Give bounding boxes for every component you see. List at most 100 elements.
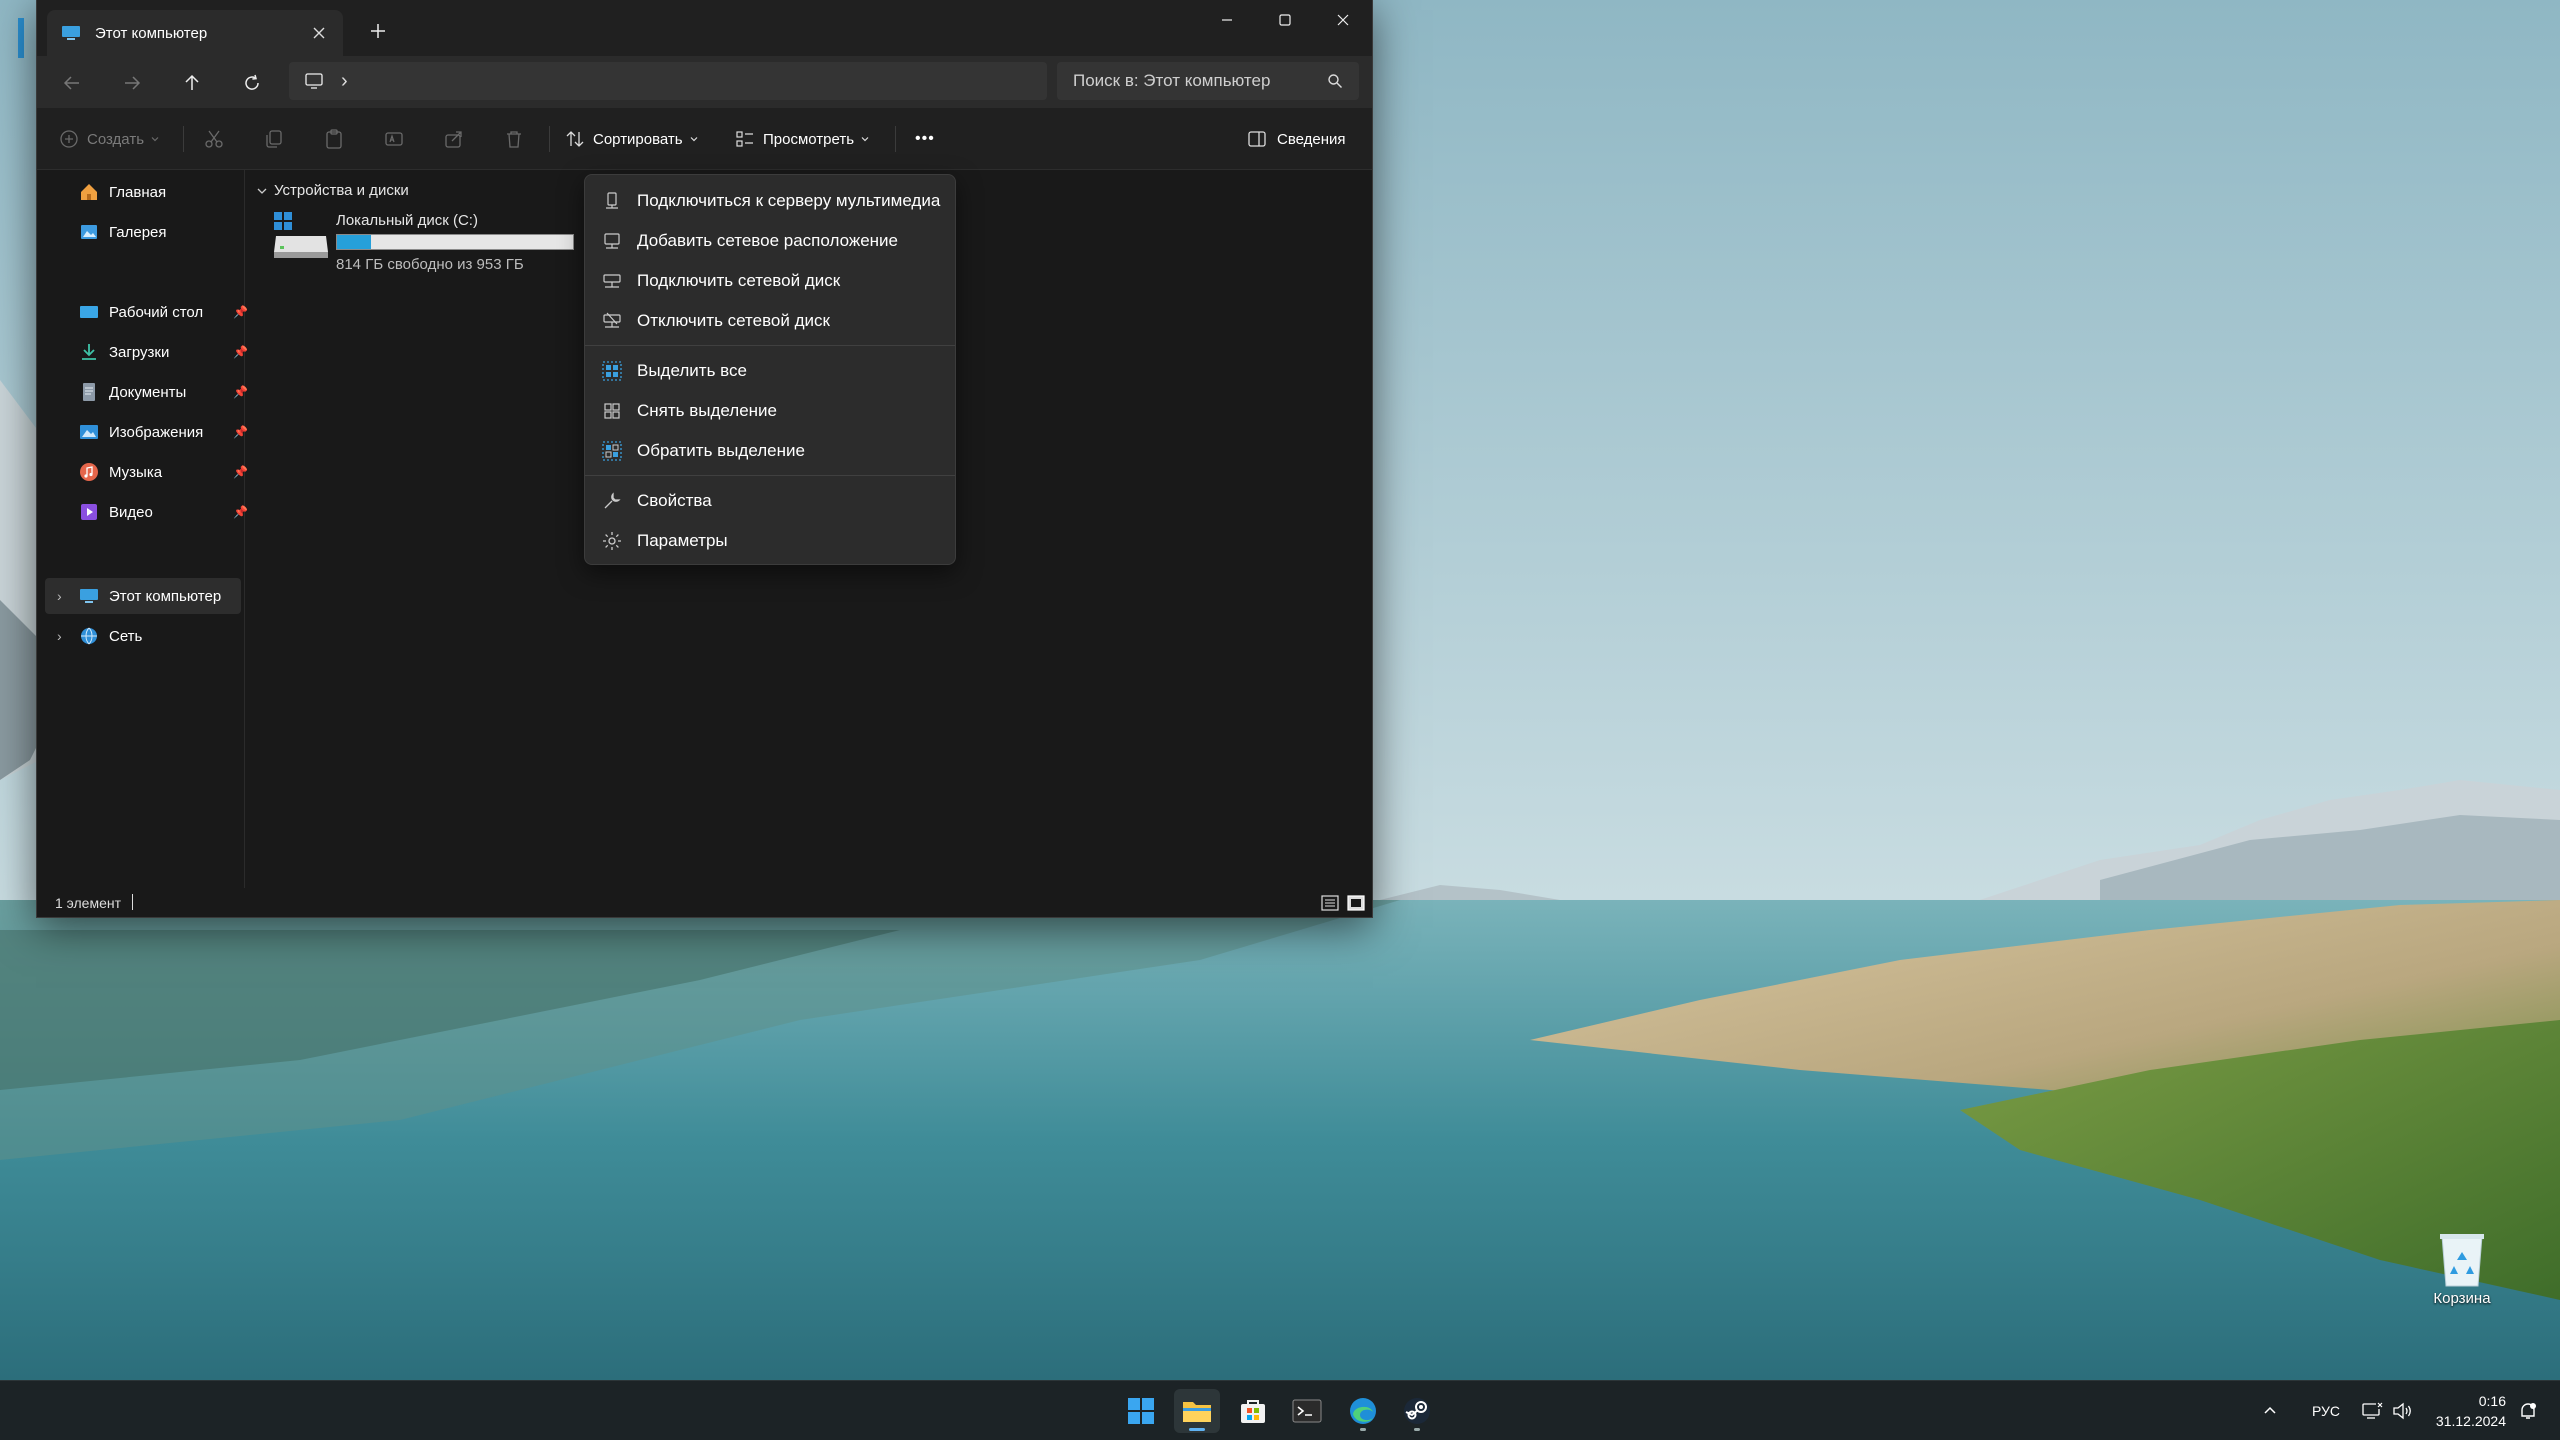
sidebar-item-desktop[interactable]: Рабочий стол 📌 (45, 294, 248, 330)
taskbar-store[interactable] (1230, 1389, 1276, 1433)
steam-icon (1404, 1398, 1430, 1424)
view-button[interactable]: Просмотреть (735, 126, 870, 152)
details-pane-button[interactable]: Сведения (1247, 126, 1346, 152)
menu-item-disconnect-network-drive[interactable]: Отключить сетевой диск (589, 303, 951, 339)
chevron-down-icon (257, 188, 267, 194)
volume-button[interactable] (2392, 1381, 2414, 1440)
sidebar-item-this-pc[interactable]: › Этот компьютер (45, 578, 241, 614)
copy-icon[interactable] (263, 128, 285, 150)
drive-free-space: 814 ГБ свободно из 953 ГБ (336, 256, 524, 273)
search-box[interactable]: Поиск в: Этот компьютер (1057, 62, 1359, 100)
network-status-button[interactable] (2362, 1381, 2384, 1440)
arrow-up-icon (185, 74, 199, 90)
title-bar[interactable]: Этот компьютер (37, 0, 1372, 56)
details-view-toggle[interactable] (1319, 893, 1341, 913)
minimize-icon (1222, 19, 1232, 21)
menu-item-add-network-location[interactable]: Добавить сетевое расположение (589, 223, 951, 259)
status-divider (132, 894, 133, 910)
chevron-right-icon[interactable]: › (57, 628, 62, 644)
documents-icon (83, 383, 95, 401)
details-pane-icon (1248, 131, 1266, 147)
menu-item-properties[interactable]: Свойства (589, 483, 951, 519)
new-tab-button[interactable] (365, 18, 391, 44)
notifications-button[interactable] (2518, 1381, 2538, 1440)
running-indicator (1414, 1428, 1420, 1431)
media-server-icon (601, 190, 623, 212)
taskbar-terminal[interactable] (1284, 1389, 1330, 1433)
sidebar-item-pictures[interactable]: Изображения 📌 (45, 414, 248, 450)
sidebar-item-documents[interactable]: Документы 📌 (45, 374, 248, 410)
sort-button[interactable]: Сортировать (565, 126, 699, 152)
gallery-icon (81, 225, 97, 239)
sidebar-item-home[interactable]: Главная (45, 174, 241, 210)
rename-icon[interactable] (383, 128, 405, 150)
home-icon (81, 184, 97, 200)
menu-item-label: Подключить сетевой диск (637, 271, 841, 290)
share-icon[interactable] (443, 128, 465, 150)
recycle-bin-desktop-icon[interactable]: Корзина (2420, 1228, 2504, 1318)
menu-separator (585, 345, 955, 346)
cut-icon[interactable] (203, 128, 225, 150)
close-button[interactable] (1314, 0, 1372, 40)
music-icon (80, 463, 98, 481)
chevron-down-icon (690, 137, 698, 142)
tab-this-pc[interactable]: Этот компьютер (47, 10, 343, 56)
refresh-button[interactable] (237, 68, 267, 98)
start-button[interactable] (1118, 1389, 1164, 1433)
more-options-button[interactable]: ••• (915, 126, 935, 152)
breadcrumb-separator[interactable]: › (341, 70, 348, 93)
more-icon: ••• (915, 130, 935, 147)
menu-item-label: Обратить выделение (637, 441, 805, 460)
tab-close-icon[interactable] (309, 23, 329, 43)
start-icon (1128, 1398, 1154, 1424)
menu-item-select-all[interactable]: Выделить все (589, 353, 951, 389)
language-indicator[interactable]: РУС (2312, 1381, 2340, 1440)
create-button[interactable]: Создать (59, 126, 160, 152)
menu-item-map-network-drive[interactable]: Подключить сетевой диск (589, 263, 951, 299)
sidebar-item-network[interactable]: › Сеть (45, 618, 241, 654)
sidebar-item-downloads[interactable]: Загрузки 📌 (45, 334, 248, 370)
menu-item-connect-media-server[interactable]: Подключиться к серверу мультимедиа (589, 183, 951, 219)
menu-item-invert-selection[interactable]: Обратить выделение (589, 433, 951, 469)
create-label: Создать (87, 130, 145, 148)
item-count: 1 элемент (55, 895, 122, 911)
forward-button[interactable] (117, 68, 147, 98)
recycle-bin-label: Корзина (2433, 1290, 2491, 1307)
desktop-icon-partial[interactable] (0, 14, 26, 104)
select-none-icon (601, 400, 623, 422)
taskbar-file-explorer[interactable] (1174, 1389, 1220, 1433)
menu-item-options[interactable]: Параметры (589, 523, 951, 559)
sidebar-item-label: Видео (109, 503, 153, 521)
details-view-icon (1321, 895, 1339, 911)
sidebar-item-gallery[interactable]: Галерея (45, 214, 241, 250)
sidebar-item-videos[interactable]: Видео 📌 (45, 494, 248, 530)
menu-item-select-none[interactable]: Снять выделение (589, 393, 951, 429)
taskbar-edge[interactable] (1340, 1389, 1386, 1433)
menu-item-label: Параметры (637, 531, 728, 550)
paste-icon[interactable] (323, 128, 345, 150)
address-bar[interactable]: › (289, 62, 1047, 100)
drive-usage-fill (337, 235, 372, 249)
maximize-button[interactable] (1256, 0, 1314, 40)
sidebar-item-music[interactable]: Музыка 📌 (45, 454, 248, 490)
tiles-view-toggle[interactable] (1345, 893, 1367, 913)
group-header[interactable]: Устройства и диски (256, 182, 409, 199)
minimize-button[interactable] (1198, 0, 1256, 40)
delete-icon[interactable] (503, 128, 525, 150)
tray-overflow-button[interactable] (2262, 1381, 2278, 1440)
clock-date: 31.12.2024 (2435, 1413, 2506, 1429)
taskbar-steam[interactable] (1394, 1389, 1440, 1433)
clock[interactable]: 0:16 31.12.2024 (2420, 1391, 2506, 1431)
drive-c-item[interactable]: Локальный диск (C:) 814 ГБ свободно из 9… (272, 210, 602, 276)
sidebar-item-label: Галерея (109, 223, 167, 241)
chevron-right-icon[interactable]: › (57, 588, 62, 604)
chevron-down-icon (861, 137, 869, 142)
search-input[interactable]: Поиск в: Этот компьютер (1073, 71, 1327, 91)
plus-icon (371, 24, 385, 38)
back-button[interactable] (57, 68, 87, 98)
store-icon (1241, 1400, 1265, 1423)
up-button[interactable] (177, 68, 207, 98)
map-drive-icon (601, 270, 623, 292)
running-indicator (1360, 1428, 1366, 1431)
search-icon[interactable] (1327, 73, 1343, 89)
